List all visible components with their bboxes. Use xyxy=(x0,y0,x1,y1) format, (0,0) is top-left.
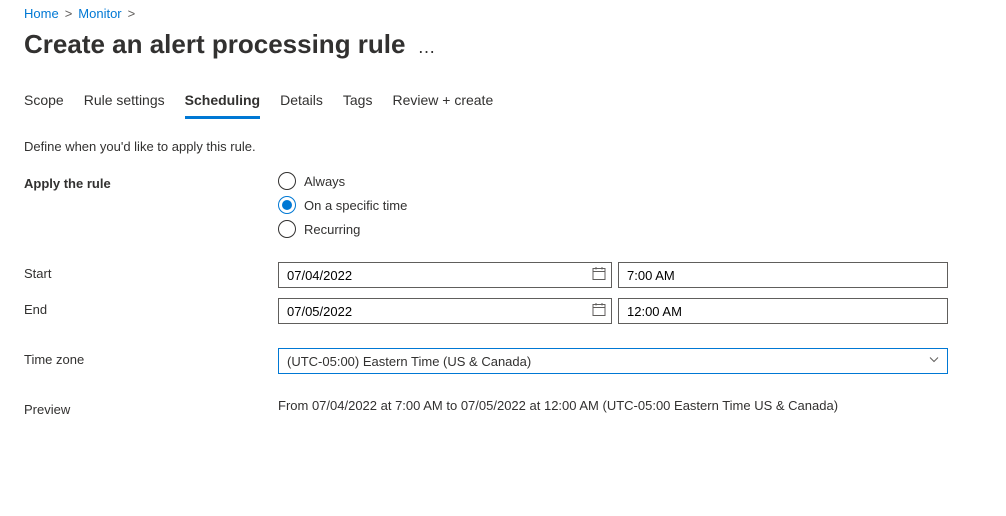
timezone-value: (UTC-05:00) Eastern Time (US & Canada) xyxy=(287,354,531,369)
start-label: Start xyxy=(24,262,278,281)
radio-specific-label: On a specific time xyxy=(304,198,407,213)
breadcrumb: Home > Monitor > xyxy=(24,6,982,21)
end-label: End xyxy=(24,298,278,317)
tabs: Scope Rule settings Scheduling Details T… xyxy=(24,88,982,119)
preview-text: From 07/04/2022 at 7:00 AM to 07/05/2022… xyxy=(278,398,982,413)
radio-icon xyxy=(278,220,296,238)
scheduling-description: Define when you'd like to apply this rul… xyxy=(24,139,982,154)
start-date-input-wrap xyxy=(278,262,612,288)
apply-rule-label: Apply the rule xyxy=(24,172,278,191)
end-time-input[interactable] xyxy=(618,298,948,324)
tab-rule-settings[interactable]: Rule settings xyxy=(84,88,165,119)
tab-tags[interactable]: Tags xyxy=(343,88,373,119)
apply-rule-radio-group: Always On a specific time Recurring xyxy=(278,172,982,238)
radio-always[interactable]: Always xyxy=(278,172,982,190)
radio-specific-time[interactable]: On a specific time xyxy=(278,196,982,214)
tab-details[interactable]: Details xyxy=(280,88,323,119)
end-date-input[interactable] xyxy=(278,298,612,324)
radio-recurring[interactable]: Recurring xyxy=(278,220,982,238)
chevron-right-icon: > xyxy=(128,6,136,21)
tab-scheduling[interactable]: Scheduling xyxy=(185,88,260,119)
radio-icon xyxy=(278,196,296,214)
page-title: Create an alert processing rule xyxy=(24,29,405,60)
tab-review-create[interactable]: Review + create xyxy=(392,88,493,119)
more-icon[interactable]: … xyxy=(417,37,437,58)
timezone-select[interactable]: (UTC-05:00) Eastern Time (US & Canada) xyxy=(278,348,948,374)
end-date-input-wrap xyxy=(278,298,612,324)
radio-icon xyxy=(278,172,296,190)
chevron-right-icon: > xyxy=(65,6,73,21)
radio-always-label: Always xyxy=(304,174,345,189)
start-time-input[interactable] xyxy=(618,262,948,288)
tab-scope[interactable]: Scope xyxy=(24,88,64,119)
radio-recurring-label: Recurring xyxy=(304,222,360,237)
end-time-input-wrap xyxy=(618,298,948,324)
preview-label: Preview xyxy=(24,398,278,417)
start-time-input-wrap xyxy=(618,262,948,288)
breadcrumb-monitor[interactable]: Monitor xyxy=(78,6,121,21)
breadcrumb-home[interactable]: Home xyxy=(24,6,59,21)
timezone-label: Time zone xyxy=(24,348,278,367)
start-date-input[interactable] xyxy=(278,262,612,288)
